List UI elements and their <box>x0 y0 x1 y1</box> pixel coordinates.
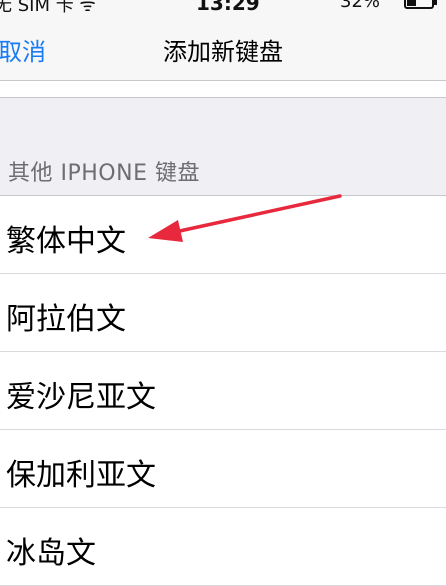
keyboard-item-traditional-chinese[interactable]: 繁体中文 <box>0 196 446 274</box>
cancel-button[interactable]: 取消 <box>0 32 46 67</box>
status-bar: 无 SIM 卡 ᯤ 13:29 32% <box>0 0 446 14</box>
status-time: 13:29 <box>196 0 260 14</box>
navigation-bar: 添加新键盘 取消 <box>0 14 446 81</box>
page-title: 添加新键盘 <box>163 38 283 66</box>
keyboard-item-arabic[interactable]: 阿拉伯文 <box>0 274 446 352</box>
battery-icon <box>404 0 437 9</box>
keyboard-item-icelandic[interactable]: 冰岛文 <box>0 508 446 586</box>
keyboard-list: 繁体中文 阿拉伯文 爱沙尼亚文 保加利亚文 冰岛文 <box>0 195 446 586</box>
battery-percent: 32% <box>340 0 381 12</box>
keyboard-item-label: 爱沙尼亚文 <box>6 380 156 415</box>
keyboard-item-label: 保加利亚文 <box>6 458 156 493</box>
keyboard-item-label: 阿拉伯文 <box>6 302 126 337</box>
previous-list-section <box>0 81 446 98</box>
keyboard-item-bulgarian[interactable]: 保加利亚文 <box>0 430 446 508</box>
keyboard-item-label: 繁体中文 <box>6 224 126 259</box>
carrier-text: 无 SIM 卡 ᯤ <box>0 0 96 14</box>
keyboard-item-label: 冰岛文 <box>6 536 96 571</box>
section-header-other-keyboards: 其他 IPHONE 键盘 <box>8 161 200 186</box>
keyboard-item-estonian[interactable]: 爱沙尼亚文 <box>0 352 446 430</box>
